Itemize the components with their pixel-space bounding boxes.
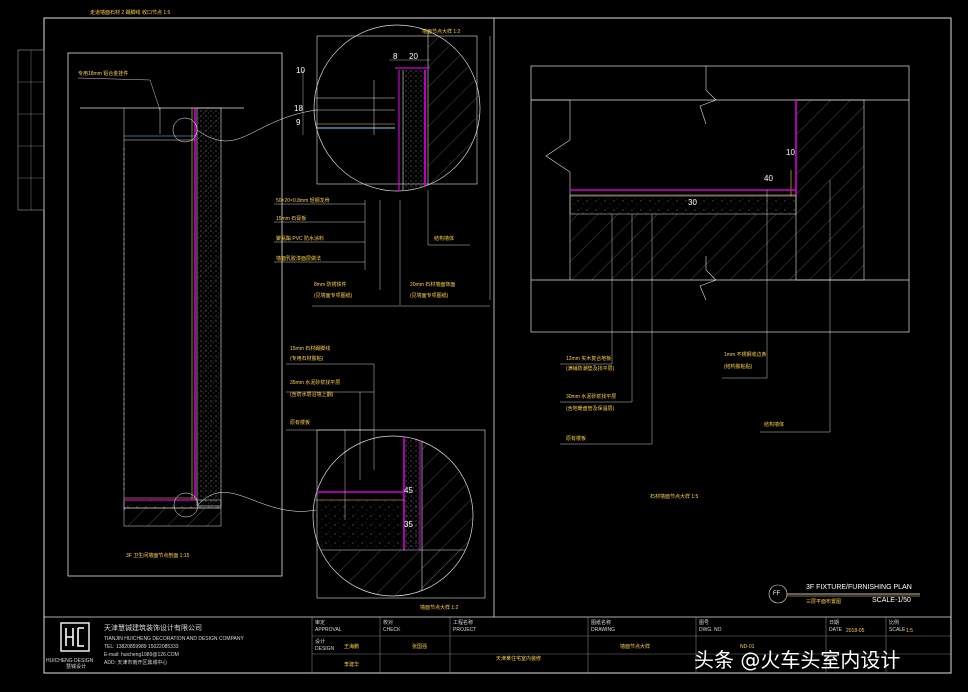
tb-label-drawing-cn: 图纸名称: [591, 620, 612, 626]
tb-label-approval-cn: 审定: [315, 620, 326, 626]
right-detail: [530, 65, 910, 445]
lower-note-1: 15mm 石材踢脚线: [290, 346, 331, 352]
watermark: 头条 @火车头室内设计: [694, 648, 901, 672]
upper-detail: [274, 24, 491, 307]
plan-badge: FF: [773, 591, 781, 597]
tb-project: 天津某住宅室内装修: [496, 656, 542, 662]
tb-label-date-en: DATE: [829, 627, 842, 633]
firm-address: ADD: 天津市南开区鼎城中心: [104, 660, 168, 666]
plan-title-cn: 三层平面布置图: [806, 599, 842, 605]
tb-label-design-cn: 设计: [315, 639, 326, 645]
upper-bl-2: (见墙面专项图纸): [314, 293, 353, 299]
tb-label-scale-en: SCALE: [889, 627, 906, 633]
upper-br-2: (见墙面专项图纸): [410, 293, 449, 299]
section-title-top: 走道墙面石材 2 踢脚线 收口节点 1:5: [90, 10, 171, 16]
firm-email: E-mail: huicheng1989@126.COM: [104, 652, 179, 658]
tb-label-date-cn: 日期: [829, 620, 840, 626]
dim-18: 18: [294, 104, 303, 113]
left-top-note: 专用18mm 铝合金挂件: [78, 71, 129, 77]
lower-note-4: (含防水层沿墙上翻): [290, 392, 334, 398]
dim-20: 20: [409, 52, 418, 61]
firm-name-cn: 天津慧铖建筑装饰设计有限公司: [104, 625, 202, 632]
right-note-2: (满铺防潮垫及找平层): [566, 366, 615, 372]
dim-10b: 10: [786, 148, 795, 157]
dim-35: 35: [404, 520, 413, 529]
lower-detail: [286, 363, 486, 599]
lower-note-3: 35mm 水泥砂浆找平层: [290, 380, 341, 386]
tb-scale: 1:5: [906, 628, 913, 634]
detail-ref-bottom: 墙面节点大样 1:2: [420, 605, 459, 611]
upper-right-note: 结构墙体: [434, 236, 455, 242]
right-top-note-1: 1mm 不锈钢收边条: [724, 352, 767, 358]
dim-10a: 10: [296, 66, 305, 75]
tb-label-check-en: CHECK: [383, 627, 401, 633]
upper-note-1: 50×20×0.8mm 轻钢龙骨: [276, 198, 330, 204]
detail-ref-right: 石材墙面节点大样 1:5: [650, 494, 699, 500]
firm-tel: TEL: 13820859989 15022085333: [104, 644, 179, 650]
upper-note-3: 聚氨酯 PVC 防水涂料: [276, 236, 325, 242]
tb-label-design-en: DESIGN: [315, 646, 335, 652]
upper-note-4: 墙面乳胶漆面层做法: [276, 256, 322, 262]
right-note-1: 12mm 实木复合地板: [566, 356, 612, 362]
tb-label-project-en: PROJECT: [453, 627, 477, 633]
tb-label-check-cn: 校对: [383, 620, 394, 626]
upper-note-2: 15mm 石膏板: [276, 216, 307, 222]
right-wall-note: 结构墙体: [764, 422, 785, 428]
tb-label-scale-cn: 比例: [889, 620, 900, 626]
upper-br-1: 20mm 石材墙面饰面: [410, 282, 456, 288]
dim-30: 30: [688, 198, 697, 207]
tb-designer: 李建华: [344, 662, 360, 668]
lower-note-5: 原有楼板: [290, 420, 311, 426]
tb-label-drawing-en: DRAWING: [591, 627, 615, 633]
lower-note-2: (专用石材胶粘): [290, 356, 324, 362]
tb-label-approval-en: APPROVAL: [315, 627, 342, 633]
dim-45: 45: [404, 486, 413, 495]
company-logo: [60, 622, 90, 656]
tb-drawing-name: 墙面节点大样: [620, 644, 651, 650]
section-left-caption: 3F 卫生间墙面节点剖面 1:15: [126, 553, 190, 559]
detail-ref-top: 墙面节点大样 1:2: [422, 29, 461, 35]
left-section: [67, 52, 317, 577]
right-top-note-2: (结构胶粘贴): [724, 364, 753, 370]
logo-cn: 慧铖设计: [66, 664, 87, 670]
tb-label-dwgno-cn: 图号: [699, 620, 710, 626]
tb-date: 2018-05: [846, 628, 865, 634]
tb-checker: 张国强: [412, 644, 428, 650]
right-note-5: 原有楼板: [566, 436, 587, 442]
upper-bl-1: 8mm 防锈铁件: [314, 282, 347, 288]
tb-label-dwgno-en: DWG. NO: [699, 627, 722, 633]
right-note-3: 30mm 水泥砂浆找平层: [566, 394, 617, 400]
plan-scale: SCALE-1/50: [872, 597, 911, 604]
tb-label-project-cn: 工程名称: [453, 620, 474, 626]
right-note-4: (含地暖盘管及保温层): [566, 406, 615, 412]
plan-title: 3F FIXTURE/FURNISHING PLAN: [806, 584, 912, 591]
dim-8: 8: [393, 52, 398, 61]
tb-approver: 王海鹏: [344, 644, 360, 650]
dim-9: 9: [296, 118, 301, 127]
dim-40: 40: [764, 174, 773, 183]
firm-name-en: TIANJIN HUICHENG DECORATION AND DESIGN C…: [104, 636, 244, 642]
